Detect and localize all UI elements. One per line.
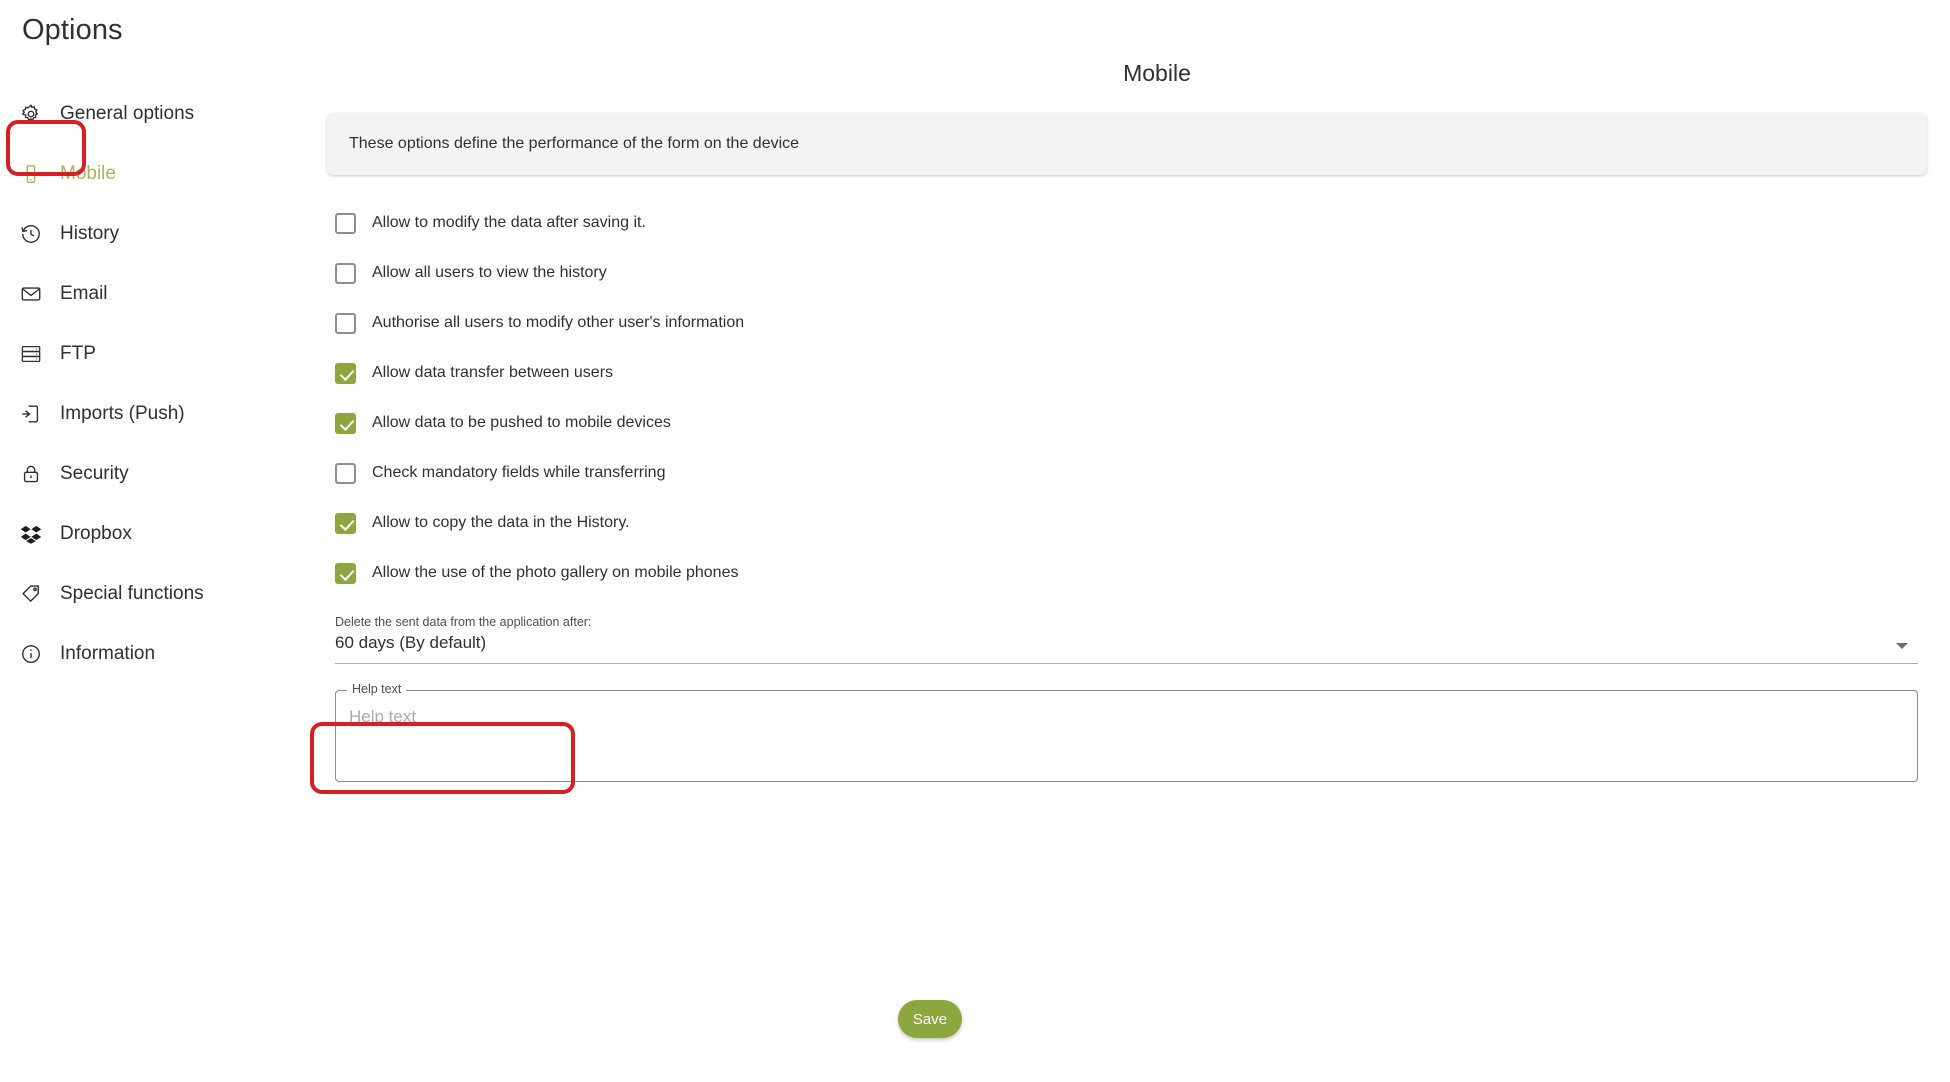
delete-after-label: Delete the sent data from the applicatio… — [335, 615, 592, 629]
checkbox-row-check-mandatory-fields[interactable]: Check mandatory fields while transferrin… — [327, 461, 1927, 485]
checkbox-label: Authorise all users to modify other user… — [372, 314, 745, 331]
sidebar-item-label: Special functions — [60, 583, 204, 604]
lock-icon — [18, 461, 44, 487]
sidebar-item-label: History — [60, 223, 120, 244]
checkbox-row-allow-copy-data-history[interactable]: Allow to copy the data in the History. — [327, 511, 1927, 535]
checkbox-row-allow-all-users-view-history[interactable]: Allow all users to view the history — [327, 261, 1927, 285]
checkbox-allow-photo-gallery[interactable] — [335, 562, 356, 584]
checkbox-row-allow-data-transfer-between-users[interactable]: Allow data transfer between users — [327, 361, 1927, 385]
section-title: Mobile — [1123, 60, 1191, 86]
checkbox-row-allow-data-push-to-mobile[interactable]: Allow data to be pushed to mobile device… — [327, 411, 1927, 435]
info-panel: These options define the performance of … — [327, 113, 1927, 175]
sidebar-item-ftp[interactable]: FTP — [0, 336, 330, 372]
sidebar-item-label: Security — [60, 463, 129, 484]
gear-icon — [18, 101, 44, 127]
sidebar-item-label: Imports (Push) — [60, 403, 185, 424]
checkbox-label: Allow to modify the data after saving it… — [372, 214, 646, 231]
sidebar-item-general-options[interactable]: General options — [0, 96, 330, 132]
sidebar-item-history[interactable]: History — [0, 216, 330, 252]
help-text-outline — [335, 690, 1918, 782]
checkbox-label: Allow to copy the data in the History. — [372, 514, 630, 531]
checkbox-row-allow-photo-gallery[interactable]: Allow the use of the photo gallery on mo… — [327, 561, 1927, 585]
save-button-container: Save — [0, 1000, 1950, 1038]
checkbox-row-allow-modify-after-saving[interactable]: Allow to modify the data after saving it… — [327, 211, 1927, 235]
history-clock-icon — [18, 221, 44, 247]
checkbox-allow-modify-after-saving[interactable] — [335, 212, 356, 234]
info-circle-icon — [18, 641, 44, 667]
sidebar-item-email[interactable]: Email — [0, 276, 330, 312]
sidebar-item-label: Dropbox — [60, 523, 132, 544]
save-button[interactable]: Save — [898, 1000, 962, 1038]
sidebar-item-label: Email — [60, 283, 108, 304]
help-text-placeholder: Help text — [349, 707, 417, 726]
sidebar-item-label: Information — [60, 643, 156, 664]
sidebar-item-mobile[interactable]: Mobile — [0, 156, 330, 192]
checkbox-label: Check mandatory fields while transferrin… — [372, 464, 666, 481]
delete-after-value: 60 days (By default) — [335, 633, 487, 652]
mobile-phone-icon — [18, 161, 44, 187]
sidebar-nav: General options Mobile History Email FTP… — [0, 96, 330, 696]
checkbox-label: Allow all users to view the history — [372, 264, 607, 281]
sidebar-item-imports-push[interactable]: Imports (Push) — [0, 396, 330, 432]
sidebar-item-label: General options — [60, 103, 195, 124]
options-page: Options General options Mobile History E… — [0, 0, 1950, 1082]
dropbox-icon — [18, 521, 44, 547]
sidebar-item-special-functions[interactable]: Special functions — [0, 576, 330, 612]
sidebar-item-dropbox[interactable]: Dropbox — [0, 516, 330, 552]
checkbox-row-authorise-modify-other-user-info[interactable]: Authorise all users to modify other user… — [327, 311, 1927, 335]
envelope-icon — [18, 281, 44, 307]
delete-after-select[interactable]: Delete the sent data from the applicatio… — [335, 615, 1918, 664]
help-text-field[interactable]: Help text Help text — [335, 682, 1918, 782]
checkbox-allow-all-users-view-history[interactable] — [335, 262, 356, 284]
sidebar-item-label: Mobile — [60, 163, 116, 184]
checkbox-authorise-modify-other-user-info[interactable] — [335, 312, 356, 334]
chevron-down-icon[interactable] — [1896, 643, 1908, 649]
checkbox-allow-data-push-to-mobile[interactable] — [335, 412, 356, 434]
page-title: Options — [22, 14, 123, 46]
info-panel-text: These options define the performance of … — [349, 135, 800, 152]
import-arrow-icon — [18, 401, 44, 427]
checkbox-label: Allow data transfer between users — [372, 364, 614, 381]
checkbox-label: Allow data to be pushed to mobile device… — [372, 414, 671, 431]
help-text-legend: Help text — [347, 682, 407, 696]
checkbox-label: Allow the use of the photo gallery on mo… — [372, 564, 739, 581]
server-icon — [18, 341, 44, 367]
sidebar-item-information[interactable]: Information — [0, 636, 330, 672]
checkbox-allow-data-transfer-between-users[interactable] — [335, 362, 356, 384]
sidebar-item-label: FTP — [60, 343, 96, 364]
tag-icon — [18, 581, 44, 607]
sidebar-item-security[interactable]: Security — [0, 456, 330, 492]
main-content: Mobile These options define the performa… — [327, 60, 1927, 782]
checkbox-check-mandatory-fields[interactable] — [335, 462, 356, 484]
checkbox-allow-copy-data-history[interactable] — [335, 512, 356, 534]
